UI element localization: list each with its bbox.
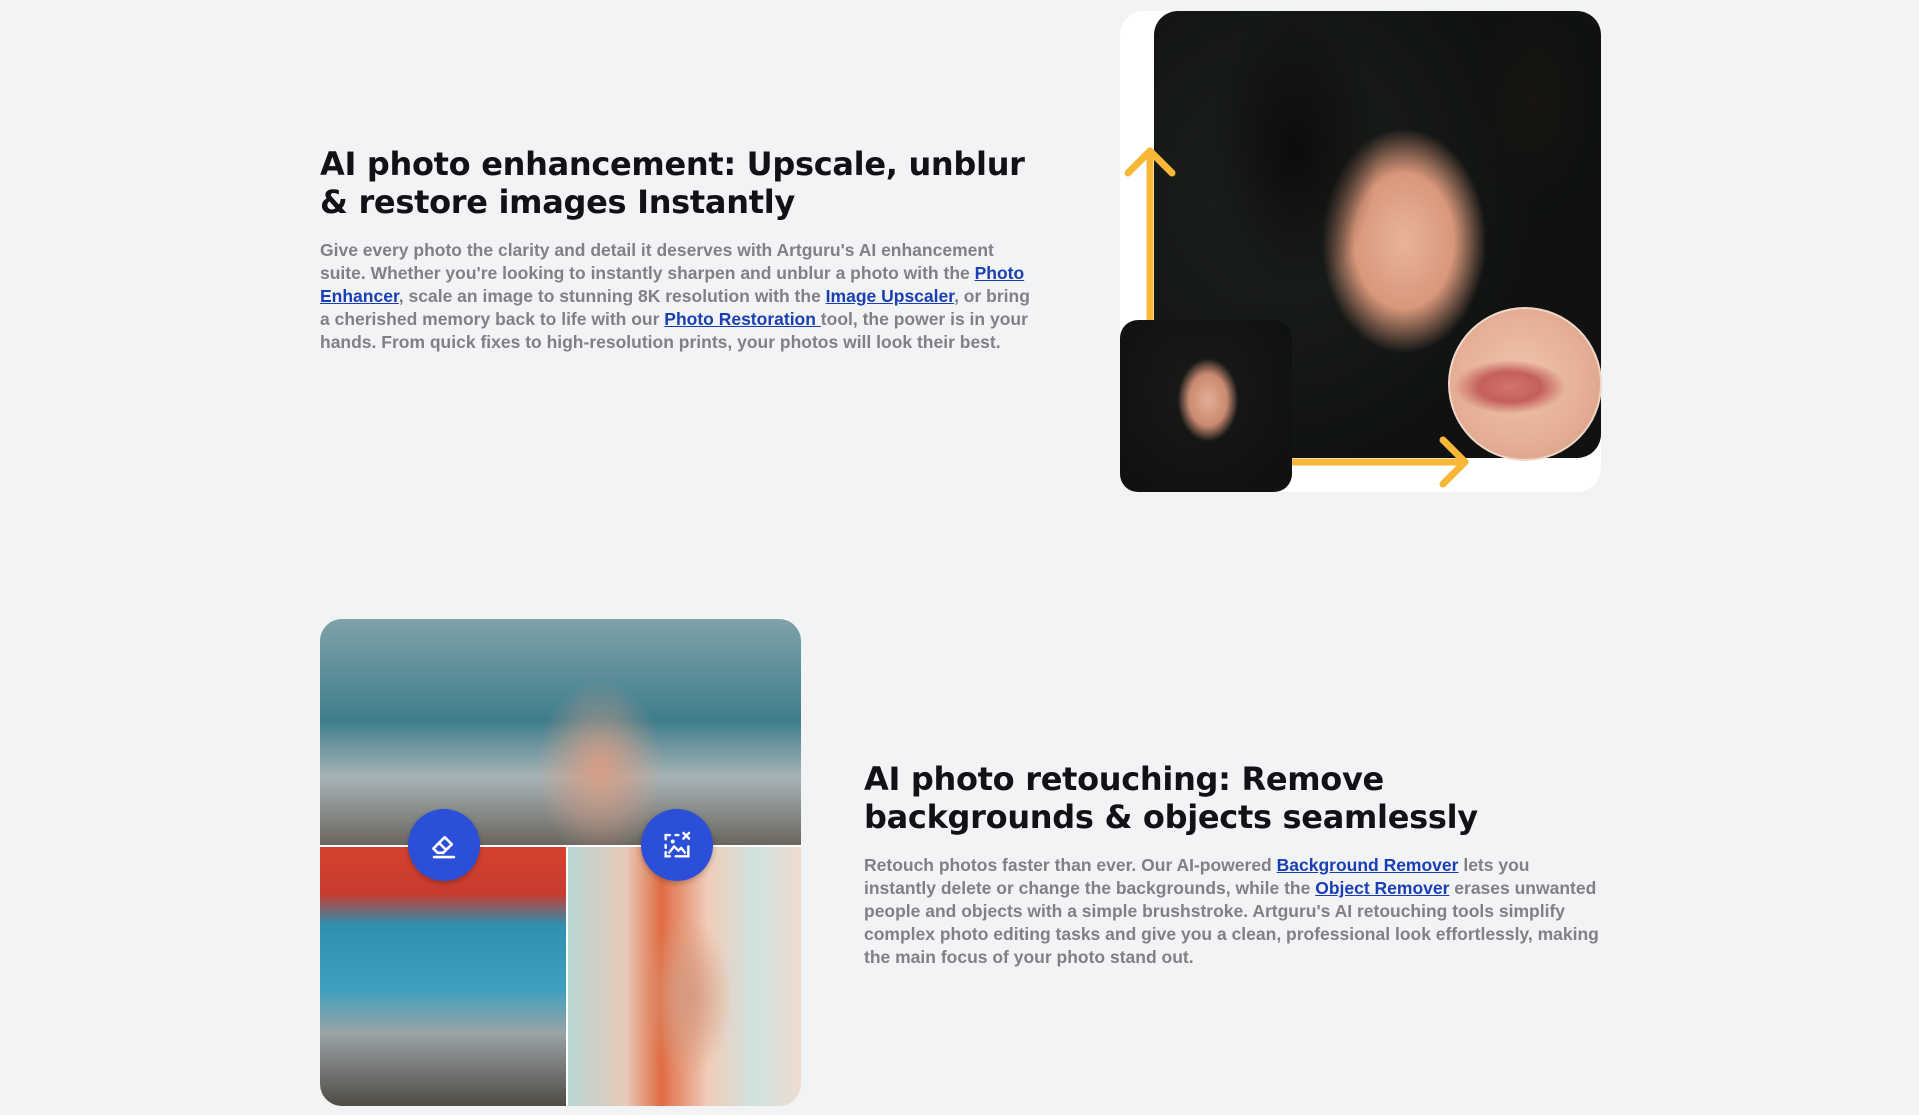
retouching-text-1: Retouch photos faster than ever. Our AI-… (864, 855, 1277, 875)
eraser-tool-badge (408, 809, 480, 881)
photo-restoration-link[interactable]: Photo Restoration (664, 309, 821, 329)
enhancement-text-1: Give every photo the clarity and detail … (320, 240, 994, 283)
object-remover-badge (641, 809, 713, 881)
enhancement-text-2: , scale an image to stunning 8K resoluti… (398, 286, 826, 306)
object-removed-photo (320, 847, 566, 1106)
detail-zoom-lips (1448, 307, 1602, 461)
original-photo-car-woman (320, 619, 801, 845)
enhancement-section-text: AI photo enhancement: Upscale, unblur & … (320, 145, 1040, 354)
retouching-title: AI photo retouching: Remove backgrounds … (864, 760, 1478, 836)
retouching-description: Retouch photos faster than ever. Our AI-… (864, 854, 1604, 969)
enhancement-visual (1120, 11, 1602, 492)
eraser-icon (432, 835, 456, 859)
background-remover-link[interactable]: Background Remover (1277, 855, 1459, 875)
retouching-section-text: AI photo retouching: Remove backgrounds … (864, 760, 1604, 969)
retouching-visual (320, 619, 801, 1106)
retouching-card-frame (320, 619, 801, 1106)
original-portrait-thumbnail (1120, 320, 1292, 492)
object-remover-link[interactable]: Object Remover (1315, 878, 1449, 898)
enhancement-description: Give every photo the clarity and detail … (320, 239, 1035, 354)
enhancement-title: AI photo enhancement: Upscale, unblur & … (320, 145, 1025, 221)
background-changed-photo (568, 847, 801, 1106)
image-upscaler-link[interactable]: Image Upscaler (826, 286, 954, 306)
image-remove-icon (664, 831, 691, 858)
